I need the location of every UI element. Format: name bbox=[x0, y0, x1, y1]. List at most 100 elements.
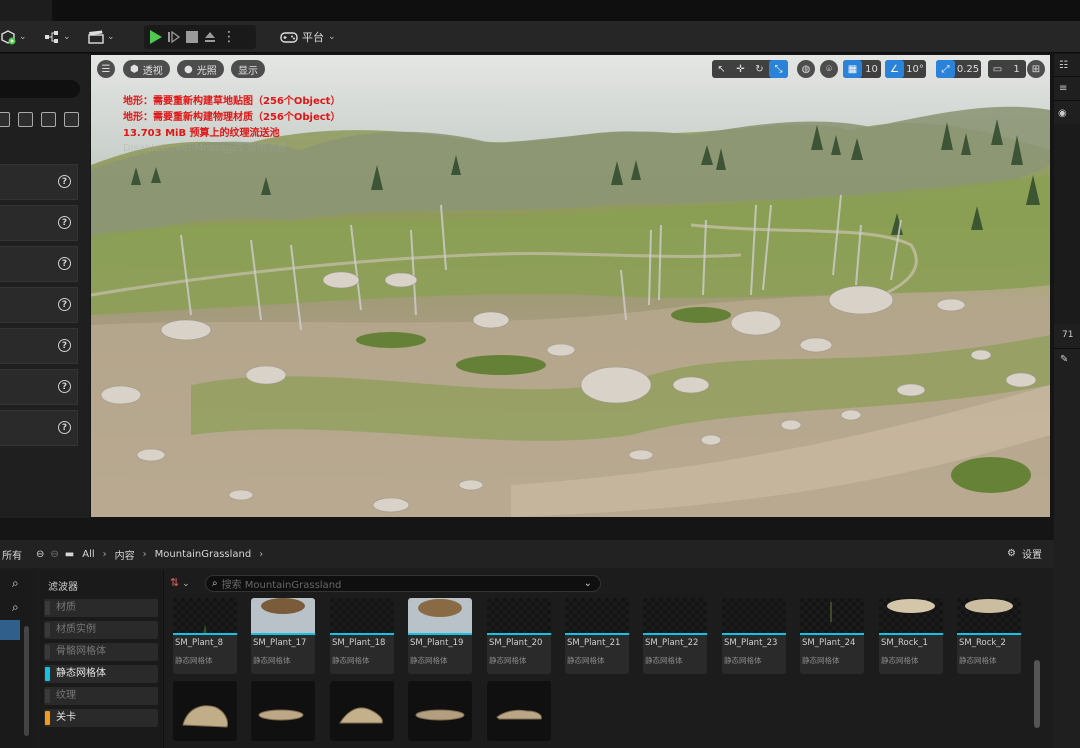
asset-type: 静态网格体 bbox=[410, 656, 448, 665]
perspective-button[interactable]: ⬢ 透视 bbox=[123, 60, 170, 78]
plant-thumbnail bbox=[830, 602, 832, 622]
level-viewport[interactable]: ☰ ⬢ 透视 ● 光照 显示 ↖ ✛ ↻ ⤡ ◍ ⌾ ▦ 10 ∠ 10° ⤢ … bbox=[91, 55, 1050, 517]
asset-tile[interactable] bbox=[173, 681, 237, 741]
filter-icon[interactable]: ≡ bbox=[1059, 83, 1067, 94]
modes-search-input[interactable] bbox=[0, 80, 80, 98]
surface-snap-icon[interactable]: ⌾ bbox=[820, 60, 838, 78]
eject-icon[interactable] bbox=[203, 30, 217, 44]
help-icon[interactable]: ? bbox=[58, 380, 71, 393]
asset-tile[interactable]: SM_Rock_2 静态网格体 bbox=[957, 598, 1021, 674]
search-icon[interactable]: ⌕ bbox=[12, 600, 19, 615]
cinematics-button[interactable]: ⌄ bbox=[88, 25, 115, 49]
rotation-snap[interactable]: ∠ 10° bbox=[885, 60, 926, 78]
asset-tile[interactable]: SM_Plant_17 静态网格体 bbox=[251, 598, 315, 674]
select-icon[interactable]: ↖ bbox=[712, 60, 731, 78]
asset-tile[interactable] bbox=[408, 681, 472, 741]
filter-static-mesh[interactable]: 静态网格体 bbox=[44, 665, 158, 683]
help-icon[interactable]: ? bbox=[58, 421, 71, 434]
asset-tile[interactable]: SM_Rock_1 静态网格体 bbox=[879, 598, 943, 674]
lighting-label: 光照 bbox=[196, 65, 217, 77]
add-actor-button[interactable]: ⌄ bbox=[0, 25, 27, 49]
help-icon[interactable]: ? bbox=[58, 216, 71, 229]
asset-name: SM_Plant_20 bbox=[489, 638, 543, 648]
viewport-menu-icon[interactable]: ☰ bbox=[97, 60, 115, 78]
asset-tile[interactable]: SM_Plant_22 静态网格体 bbox=[643, 598, 707, 674]
blueprint-button[interactable]: ⌄ bbox=[44, 25, 71, 49]
filter-material-instance[interactable]: 材质实例 bbox=[44, 621, 158, 639]
asset-tile[interactable]: SM_Plant_20 静态网格体 bbox=[487, 598, 551, 674]
forward-icon[interactable]: ⊖ bbox=[50, 549, 58, 560]
rock-thumbnail bbox=[415, 709, 465, 721]
breadcrumb-content[interactable]: 内容 bbox=[115, 547, 135, 562]
filter-skeletal-mesh[interactable]: 骨骼网格体 bbox=[44, 643, 158, 661]
scale-snap[interactable]: ⤢ 0.25 bbox=[936, 60, 981, 78]
settings-button[interactable]: ⚙ 设置 bbox=[1007, 546, 1042, 561]
play-icon[interactable] bbox=[150, 30, 162, 44]
mode-icon[interactable] bbox=[41, 112, 56, 127]
lighting-button[interactable]: ● 光照 bbox=[177, 60, 224, 78]
level-tab[interactable] bbox=[0, 0, 52, 21]
asset-type: 静态网格体 bbox=[959, 656, 997, 665]
eye-icon[interactable]: ◉ bbox=[1058, 108, 1067, 119]
breadcrumb-folder[interactable]: MountainGrassland bbox=[155, 549, 252, 560]
help-icon[interactable]: ? bbox=[58, 175, 71, 188]
panel-row[interactable]: ? bbox=[0, 246, 78, 282]
platform-button[interactable]: 平台 ⌄ bbox=[280, 25, 336, 49]
asset-tile[interactable]: SM_Plant_23 静态网格体 bbox=[722, 598, 786, 674]
sources-scrollbar[interactable] bbox=[24, 626, 29, 736]
asset-tile[interactable]: SM_Plant_21 静态网格体 bbox=[565, 598, 629, 674]
asset-tile[interactable]: SM_Plant_8 静态网格体 bbox=[173, 598, 237, 674]
assets-scrollbar[interactable] bbox=[1034, 660, 1040, 728]
asset-tile[interactable]: SM_Plant_24 静态网格体 bbox=[800, 598, 864, 674]
filter-label: 材质 bbox=[56, 602, 76, 613]
layout-icon[interactable]: ⊞ bbox=[1027, 60, 1045, 78]
outliner-icon[interactable]: ☷ bbox=[1059, 60, 1068, 71]
asset-thumbnail bbox=[173, 598, 237, 634]
outliner-list[interactable] bbox=[1054, 124, 1080, 324]
grid-snap[interactable]: ▦ 10 bbox=[843, 60, 881, 78]
world-local-icon[interactable]: ◍ bbox=[797, 60, 815, 78]
panel-row[interactable]: ? bbox=[0, 328, 78, 364]
help-icon[interactable]: ? bbox=[58, 339, 71, 352]
rotate-icon[interactable]: ↻ bbox=[750, 60, 769, 78]
panel-row[interactable]: ? bbox=[0, 410, 78, 446]
asset-tile[interactable] bbox=[487, 681, 551, 741]
more-options-icon[interactable]: ⋮ bbox=[222, 30, 236, 44]
filter-material[interactable]: 材质 bbox=[44, 599, 158, 617]
search-icon[interactable]: ⌕ bbox=[12, 576, 19, 591]
modes-panel: ? ? ? ? ? ? ? bbox=[0, 54, 90, 518]
breadcrumb-all[interactable]: All bbox=[82, 549, 94, 560]
content-browser: 所有 ⊖ ⊖ ▬ All › 内容 › MountainGrassland › … bbox=[0, 540, 1054, 748]
stop-icon[interactable] bbox=[186, 31, 198, 43]
asset-name: SM_Plant_17 bbox=[253, 638, 307, 648]
camera-speed[interactable]: ▭ 1 bbox=[988, 60, 1026, 78]
details-icon[interactable]: ✎ bbox=[1060, 354, 1068, 365]
asset-tile[interactable]: SM_Plant_18 静态网格体 bbox=[330, 598, 394, 674]
asset-tile[interactable] bbox=[251, 681, 315, 741]
mode-icon[interactable] bbox=[64, 112, 79, 127]
panel-row[interactable]: ? bbox=[0, 369, 78, 405]
asset-tile[interactable]: SM_Plant_19 静态网格体 bbox=[408, 598, 472, 674]
all-label[interactable]: 所有 bbox=[2, 547, 22, 562]
back-icon[interactable]: ⊖ bbox=[36, 549, 44, 560]
translate-icon[interactable]: ✛ bbox=[731, 60, 750, 78]
rock-thumbnail bbox=[965, 599, 1013, 613]
filter-level[interactable]: 关卡 bbox=[44, 709, 158, 727]
selected-source[interactable] bbox=[0, 620, 20, 640]
help-icon[interactable]: ? bbox=[58, 257, 71, 270]
panel-row[interactable]: ? bbox=[0, 205, 78, 241]
step-icon[interactable] bbox=[167, 30, 181, 44]
help-icon[interactable]: ? bbox=[58, 298, 71, 311]
panel-row[interactable]: ? bbox=[0, 164, 78, 200]
mode-icon[interactable] bbox=[18, 112, 33, 127]
panel-row[interactable]: ? bbox=[0, 287, 78, 323]
scale-icon[interactable]: ⤡ bbox=[769, 60, 788, 78]
show-button[interactable]: 显示 bbox=[231, 60, 265, 78]
filter-texture[interactable]: 纹理 bbox=[44, 687, 158, 705]
mode-icon[interactable] bbox=[0, 112, 10, 127]
asset-thumbnail bbox=[487, 598, 551, 634]
filter-toggle-icon[interactable]: ⇅ ⌄ bbox=[170, 576, 190, 589]
folder-icon[interactable]: ▬ bbox=[65, 549, 74, 560]
asset-tile[interactable] bbox=[330, 681, 394, 741]
asset-search-input[interactable]: ⌕ 搜索 MountainGrassland ⌄ bbox=[205, 575, 601, 592]
